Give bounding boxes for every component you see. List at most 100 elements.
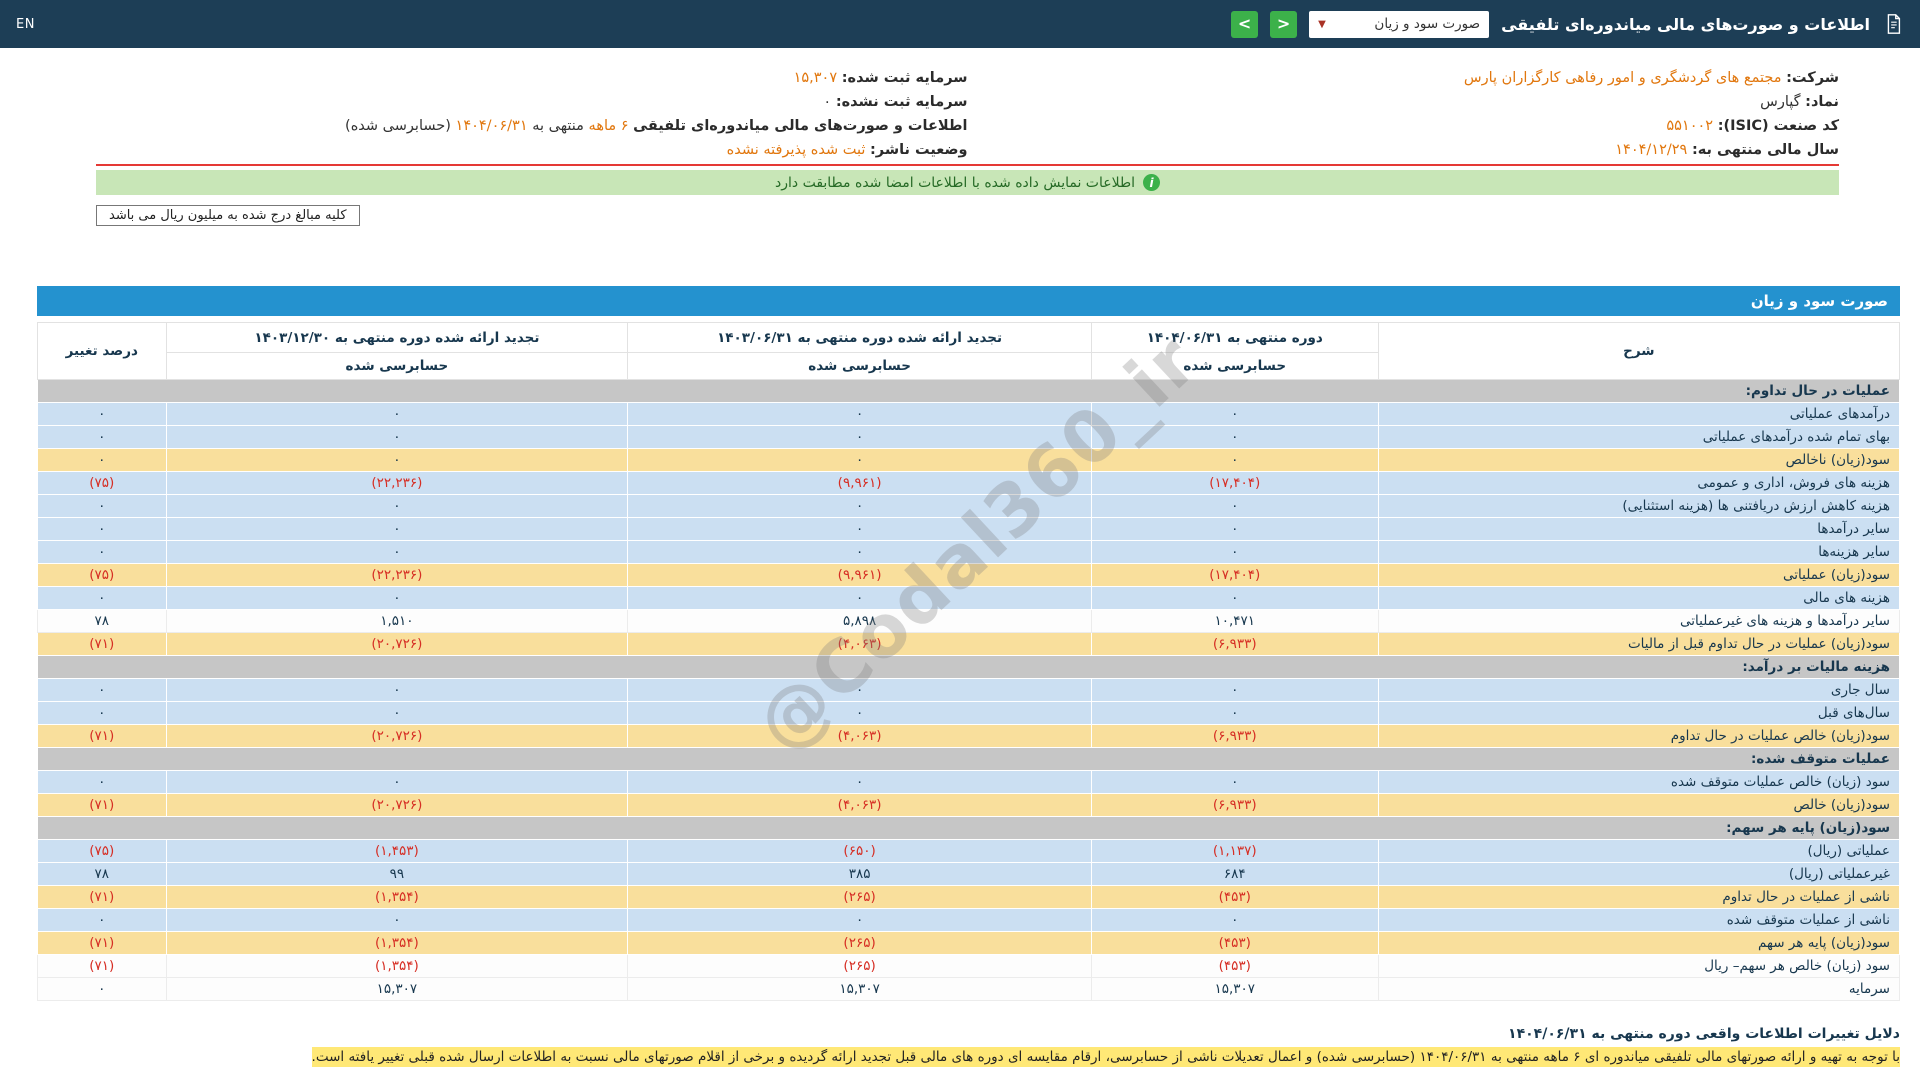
cell-value: (۴۵۳) — [1090, 954, 1379, 978]
next-statement-button[interactable]: > — [1270, 10, 1298, 38]
cell-value: ۰ — [37, 586, 167, 610]
cell-value: ۰ — [37, 425, 167, 449]
cell-value: (۹,۹۶۱) — [627, 471, 1092, 495]
cell-value: ۱۵,۳۰۷ — [1090, 977, 1379, 1001]
reasons-section: دلایل تغییرات اطلاعات واقعی دوره منتهی ب… — [37, 1023, 1900, 1068]
row-label: هزینه های مالی — [1377, 586, 1901, 610]
statement-section: صورت سود و زیان شرح دوره منتهی به ۱۴۰۴/۰… — [37, 286, 1901, 1001]
field-value: ۵۵۱۰۰۲ — [1666, 118, 1714, 134]
cell-value: ۰ — [627, 678, 1092, 702]
cell-value: (۷۵) — [37, 563, 167, 587]
statements-document-icon — [1882, 13, 1904, 35]
row-label: هزینه مالیات بر درآمد: — [37, 655, 1900, 679]
cell-value: (۱,۳۵۴) — [165, 931, 629, 955]
cell-value: (۷۱) — [37, 954, 167, 978]
cell-value: ۰ — [627, 908, 1092, 932]
cell-value: (۱۷,۴۰۴) — [1090, 471, 1379, 495]
cell-value: ۰ — [627, 425, 1092, 449]
cell-value: ۰ — [37, 517, 167, 541]
row-label: ناشی از عملیات در حال تداوم — [1377, 885, 1901, 909]
table-row: سود (زیان) خالص عملیات متوقف شده ۰ ۰ ۰ ۰ — [37, 770, 1901, 794]
cell-value: ۰ — [165, 770, 629, 794]
cell-value: ۰ — [37, 402, 167, 426]
table-row: هزینه های فروش، اداری و عمومی (۱۷,۴۰۴) (۹,… — [37, 471, 1901, 495]
cell-value: ۰ — [1090, 517, 1379, 541]
cell-value: ۱۵,۳۰۷ — [627, 977, 1092, 1001]
cell-value: ۱,۵۱۰ — [165, 609, 629, 633]
cell-value: (۷۱) — [37, 632, 167, 656]
row-label: هزینه کاهش ارزش دریافتنی ها (هزینه استثن… — [1377, 494, 1901, 518]
cell-value: ۰ — [165, 540, 629, 564]
row-label: سود (زیان) خالص هر سهم– ریال — [1377, 954, 1901, 978]
statement-type-dropdown[interactable]: صورت سود و زیان ▼ — [1309, 10, 1490, 38]
cell-value: ۰ — [165, 701, 629, 725]
company-info-field: اطلاعات و صورت‌های مالی میاندوره‌ای تلفی… — [96, 114, 967, 138]
row-label: سال جاری — [1377, 678, 1901, 702]
cell-value: (۹,۹۶۱) — [627, 563, 1092, 587]
table-header: شرح دوره منتهی به ۱۴۰۴/۰۶/۳۱ تجدید ارائه… — [37, 322, 1901, 380]
table-row: ناشی از عملیات در حال تداوم (۴۵۳) (۲۶۵) (۱,… — [37, 885, 1901, 909]
cell-value: (۱۷,۴۰۴) — [1090, 563, 1379, 587]
cell-value: (۲۲,۲۳۶) — [165, 471, 629, 495]
row-label: سود (زیان) خالص عملیات متوقف شده — [1377, 770, 1901, 794]
field-label: سال مالی منتهی به: — [1691, 142, 1839, 158]
cell-value: ۰ — [1090, 586, 1379, 610]
cell-value: ۰ — [37, 678, 167, 702]
table-row: سود (زیان) خالص هر سهم– ریال (۴۵۳) (۲۶۵) (۱… — [37, 954, 1901, 978]
field-value: ثبت شده پذیرفته نشده — [726, 142, 866, 158]
cell-value: ۰ — [37, 701, 167, 725]
cell-value: ۰ — [165, 678, 629, 702]
table-row: سال جاری ۰ ۰ ۰ ۰ — [37, 678, 1901, 702]
cell-value: (۲۰,۷۲۶) — [165, 724, 629, 748]
company-info-field: سرمایه ثبت نشده: ۰ — [96, 90, 968, 114]
table-row: سود(زیان) عملیاتی (۱۷,۴۰۴) (۹,۹۶۱) (۲۲,۲۳۶)… — [37, 563, 1901, 587]
cell-value: (۱,۳۵۴) — [165, 954, 629, 978]
chevron-down-icon: ▼ — [1318, 18, 1326, 30]
field-label: نماد: — [1805, 94, 1839, 110]
cell-value: ۰ — [627, 701, 1092, 725]
prev-statement-button[interactable]: < — [1231, 10, 1259, 38]
table-row: درآمدهای عملیاتی ۰ ۰ ۰ ۰ — [37, 402, 1901, 426]
field-value: ۶ ماهه — [588, 118, 629, 134]
cell-value: (۱,۴۵۳) — [165, 839, 629, 863]
col-header-description: شرح — [1377, 322, 1901, 380]
field-value: ۱۴۰۴/۰۶/۳۱ — [455, 118, 528, 134]
company-info-field: کد صنعت (ISIC): ۵۵۱۰۰۲ — [968, 114, 1839, 138]
row-label: ناشی از عملیات متوقف شده — [1377, 908, 1901, 932]
col-header-percent-change: درصد تغییر — [37, 322, 167, 380]
cell-value: ۹۹ — [165, 862, 629, 886]
field-label: شرکت: — [1786, 70, 1839, 86]
cell-value: (۱,۳۵۴) — [165, 885, 629, 909]
cell-value: ۰ — [165, 425, 629, 449]
cell-value: (۷۵) — [37, 471, 167, 495]
field-label: سرمایه ثبت نشده: — [835, 94, 968, 110]
highlighted-change-text: با توجه به تهیه و ارائه صورتهای مالی تلف… — [311, 1047, 1900, 1067]
cell-value: ۰ — [37, 908, 167, 932]
cell-value: ۰ — [1090, 908, 1379, 932]
cell-value: ۰ — [1090, 425, 1379, 449]
language-switch-en[interactable]: EN — [16, 17, 35, 32]
cell-value: (۴۵۳) — [1090, 885, 1379, 909]
cell-value: ۱۵,۳۰۷ — [165, 977, 629, 1001]
col-subheader-audited: حسابرسی شده — [1090, 352, 1379, 380]
table-row: سود(زیان) خالص عملیات در حال تداوم (۶,۹۳۳… — [37, 724, 1901, 748]
cell-value: (۲۰,۷۲۶) — [165, 793, 629, 817]
table-row: سایر هزینه‌ها ۰ ۰ ۰ ۰ — [37, 540, 1901, 564]
row-label: سود(زیان) ناخالص — [1377, 448, 1901, 472]
field-label: کد صنعت (ISIC): — [1717, 118, 1839, 134]
table-row: سود(زیان) عملیات در حال تداوم قبل از مال… — [37, 632, 1901, 656]
company-info-field: سرمایه ثبت شده: ۱۵,۳۰۷ — [96, 66, 968, 90]
company-info-left-column: سرمایه ثبت شده: ۱۵,۳۰۷ سرمایه ثبت نشده: … — [96, 66, 968, 162]
table-row: ناشی از عملیات متوقف شده ۰ ۰ ۰ ۰ — [37, 908, 1901, 932]
cell-value: ۰ — [37, 540, 167, 564]
cell-value: ۰ — [1090, 678, 1379, 702]
cell-value: ۷۸ — [37, 609, 167, 633]
field-value: ۱۵,۳۰۷ — [793, 70, 838, 86]
row-label: سود(زیان) خالص عملیات در حال تداوم — [1377, 724, 1901, 748]
cell-value: ۶۸۴ — [1090, 862, 1379, 886]
cell-value: ۰ — [1090, 402, 1379, 426]
table-row: سال‌های قبل ۰ ۰ ۰ ۰ — [37, 701, 1901, 725]
col-header-period-current: دوره منتهی به ۱۴۰۴/۰۶/۳۱ — [1090, 322, 1379, 353]
row-label: سایر درآمدها و هزینه های غیرعملیاتی — [1377, 609, 1901, 633]
row-label: عملیات در حال تداوم: — [37, 379, 1900, 403]
